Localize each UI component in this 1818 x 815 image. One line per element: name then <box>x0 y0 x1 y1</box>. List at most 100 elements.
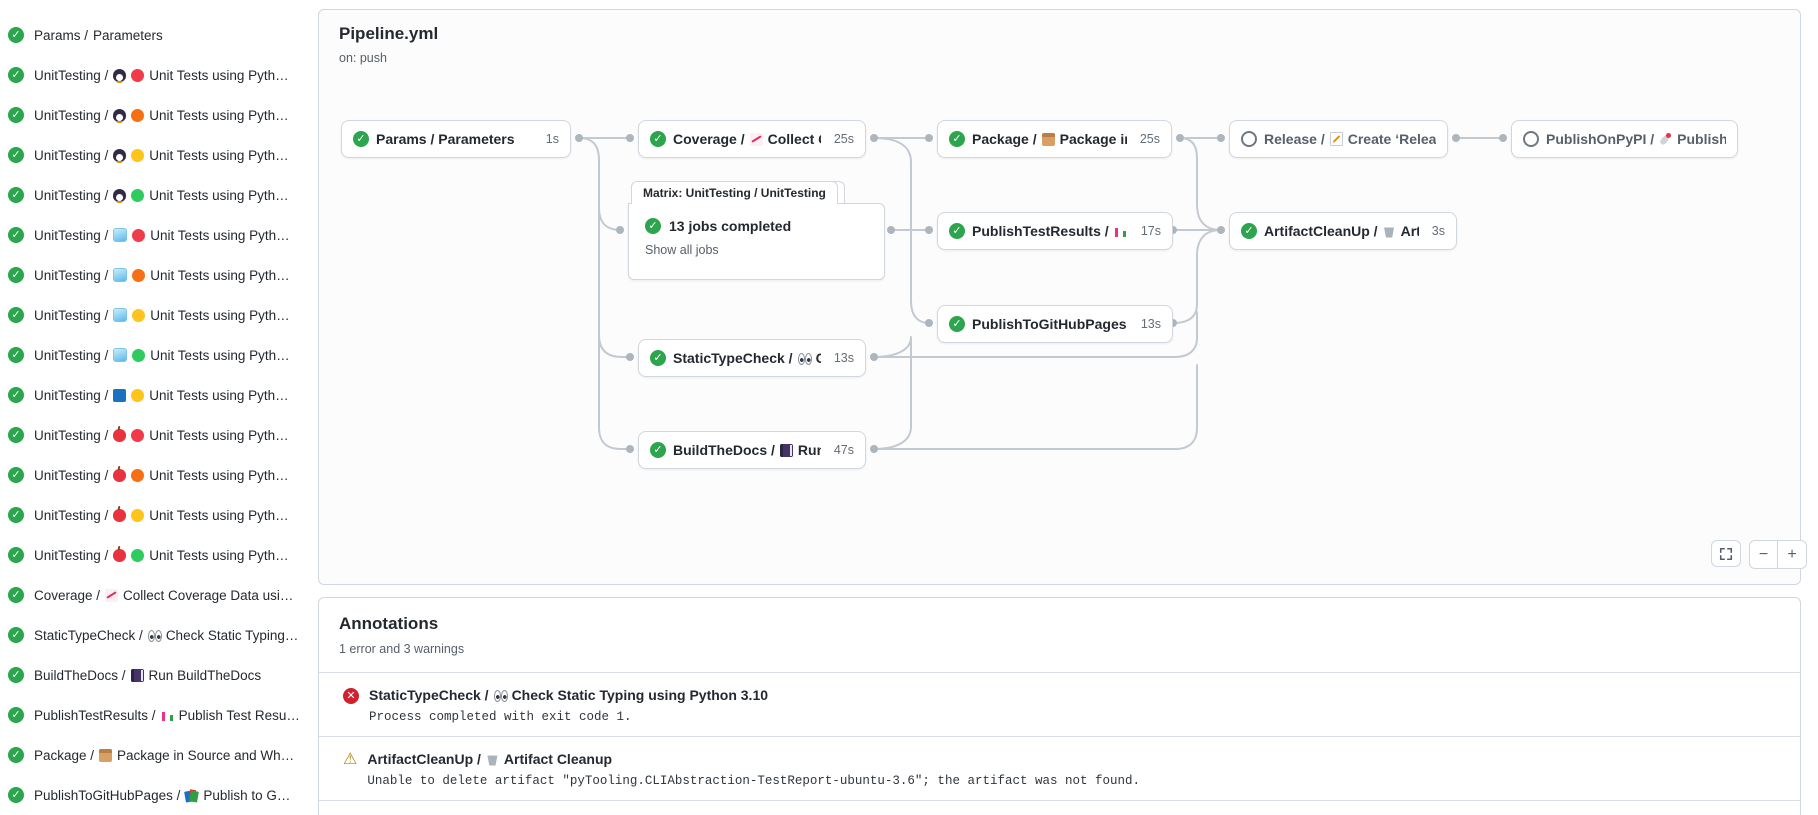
success-icon <box>8 787 24 803</box>
node-duration: 25s <box>1134 132 1160 146</box>
yellow-circle-icon <box>131 509 144 522</box>
annotation-content: ArtifactCleanUp / Artifact Cleanup Unabl… <box>367 751 1140 788</box>
annotation-title-link[interactable]: StaticTypeCheck / Check Static Typing us… <box>369 687 768 703</box>
sidebar-item-unittesting-11[interactable]: UnitTesting /Unit Tests using Pyth… <box>0 455 308 495</box>
blue-square-icon <box>113 389 126 402</box>
node-label: Publish to … <box>1677 131 1726 147</box>
ice-cube-icon <box>113 228 127 242</box>
memo-icon <box>1330 132 1343 146</box>
job-name: Package / <box>34 748 94 763</box>
sidebar-item-package[interactable]: Package / Package in Source and Wh… <box>0 735 308 775</box>
success-icon <box>650 131 666 147</box>
job-label: Unit Tests using Pyth… <box>149 148 288 163</box>
node-publishonpypi[interactable]: PublishOnPyPI / Publish to … <box>1511 120 1738 158</box>
job-name: UnitTesting / <box>34 388 108 403</box>
sidebar-item-coverage[interactable]: Coverage /Collect Coverage Data usi… <box>0 575 308 615</box>
sidebar-item-unittesting-10[interactable]: UnitTesting /Unit Tests using Pyth… <box>0 415 308 455</box>
zoom-out-button[interactable]: − <box>1750 541 1778 568</box>
job-name: UnitTesting / <box>34 548 108 563</box>
package-icon <box>99 749 112 762</box>
graph-edges <box>319 10 1800 584</box>
node-params[interactable]: Params / Parameters 1s <box>341 120 571 158</box>
sidebar-item-unittesting-8[interactable]: UnitTesting /Unit Tests using Pyth… <box>0 335 308 375</box>
job-name: UnitTesting / <box>34 228 108 243</box>
show-all-jobs-link[interactable]: Show all jobs <box>645 243 870 257</box>
green-circle-icon <box>131 189 144 202</box>
sidebar-item-unittesting-1[interactable]: UnitTesting /Unit Tests using Pyth… <box>0 55 308 95</box>
sidebar-item-unittesting-12[interactable]: UnitTesting /Unit Tests using Pyth… <box>0 495 308 535</box>
success-icon <box>949 131 965 147</box>
fullscreen-button[interactable] <box>1711 540 1741 567</box>
annotations-header: Annotations 1 error and 3 warnings <box>319 598 1800 672</box>
yellow-circle-icon <box>131 149 144 162</box>
node-duration: 47s <box>828 443 854 457</box>
success-icon <box>8 467 24 483</box>
sidebar-item-publishtestresults[interactable]: PublishTestResults /Publish Test Resu… <box>0 695 308 735</box>
sidebar-item-unittesting-6[interactable]: UnitTesting /Unit Tests using Pyth… <box>0 255 308 295</box>
success-icon <box>8 267 24 283</box>
node-label: PublishOnPyPI / <box>1546 131 1654 147</box>
sidebar-item-unittesting-4[interactable]: UnitTesting /Unit Tests using Pyth… <box>0 175 308 215</box>
annotation-title-link[interactable]: ArtifactCleanUp / Artifact Cleanup <box>367 751 1140 767</box>
job-label: Check Static Typing… <box>166 628 299 643</box>
node-package[interactable]: Package /Package in So… 25s <box>937 120 1172 158</box>
success-icon <box>949 316 965 332</box>
sidebar-item-unittesting-9[interactable]: UnitTesting /Unit Tests using Pyth… <box>0 375 308 415</box>
yellow-circle-icon <box>131 389 144 402</box>
node-label: Collect Cove… <box>768 131 821 147</box>
sidebar-item-params[interactable]: Params /Parameters <box>0 15 308 55</box>
success-icon <box>8 427 24 443</box>
success-icon <box>8 747 24 763</box>
node-publishtogithubpages[interactable]: PublishToGitHubPages /… 13s <box>937 305 1173 343</box>
green-circle-icon <box>131 549 144 562</box>
matrix-tab-label: Matrix: UnitTesting / UnitTesting <box>643 186 826 200</box>
success-icon <box>8 187 24 203</box>
success-icon <box>650 350 666 366</box>
sidebar-item-unittesting-2[interactable]: UnitTesting /Unit Tests using Pyth… <box>0 95 308 135</box>
node-statictypecheck[interactable]: StaticTypeCheck /Chec… 13s <box>638 339 866 377</box>
job-name: UnitTesting / <box>34 348 108 363</box>
node-buildthedocs[interactable]: BuildTheDocs /Run Buil… 47s <box>638 431 866 469</box>
bar-chart-icon <box>1114 225 1127 238</box>
node-release[interactable]: Release /Create ‘Release P… <box>1229 120 1448 158</box>
warning-icon <box>343 752 357 788</box>
success-icon <box>8 227 24 243</box>
sidebar-item-unittesting-3[interactable]: UnitTesting / Unit Tests using Pyth… <box>0 135 308 175</box>
skipped-icon <box>1523 131 1539 147</box>
node-label: PublishToGitHubPages / <box>972 316 1128 332</box>
success-icon <box>8 347 24 363</box>
sidebar-item-unittesting-13[interactable]: UnitTesting / Unit Tests using Pyth… <box>0 535 308 575</box>
sidebar-item-buildthedocs[interactable]: BuildTheDocs /Run BuildTheDocs <box>0 655 308 695</box>
node-label: Artifac… <box>1401 223 1419 239</box>
job-label: Publish to G… <box>203 788 290 803</box>
node-coverage[interactable]: Coverage /Collect Cove… 25s <box>638 120 866 158</box>
job-name: UnitTesting / <box>34 148 108 163</box>
red-circle-icon <box>131 429 144 442</box>
sidebar-item-unittesting-7[interactable]: UnitTesting /Unit Tests using Pyth… <box>0 295 308 335</box>
zoom-button-group: − + <box>1749 540 1807 569</box>
job-label: Unit Tests using Pyth… <box>149 548 288 563</box>
node-artifactcleanup[interactable]: ArtifactCleanUp /Artifac… 3s <box>1229 212 1457 250</box>
job-label: Package in Source and Wh… <box>117 748 294 763</box>
sidebar-item-statictypecheck[interactable]: StaticTypeCheck /Check Static Typing… <box>0 615 308 655</box>
yellow-circle-icon <box>132 309 145 322</box>
success-icon <box>949 223 965 239</box>
sidebar-item-publishtogithubpages[interactable]: PublishToGitHubPages /Publish to G… <box>0 775 308 815</box>
notebook-icon <box>131 669 144 682</box>
node-duration: 13s <box>1135 317 1161 331</box>
pipeline-trigger: on: push <box>339 51 387 65</box>
matrix-card[interactable]: 13 jobs completed Show all jobs <box>628 203 885 280</box>
zoom-in-button[interactable]: + <box>1778 541 1806 568</box>
job-label: Unit Tests using Pyth… <box>149 188 288 203</box>
penguin-icon <box>113 149 126 162</box>
books-icon <box>185 789 198 802</box>
node-label: Create ‘Release P… <box>1348 131 1436 147</box>
node-label: PublishTestResults / <box>972 223 1109 239</box>
node-publishtestresults[interactable]: PublishTestResults /Pu… 17s <box>937 212 1173 250</box>
job-name: Coverage / <box>34 588 100 603</box>
eyes-icon <box>148 629 161 642</box>
job-label: Unit Tests using Pyth… <box>150 308 289 323</box>
green-circle-icon <box>132 349 145 362</box>
annotations-title: Annotations <box>339 614 1780 634</box>
sidebar-item-unittesting-5[interactable]: UnitTesting /Unit Tests using Pyth… <box>0 215 308 255</box>
